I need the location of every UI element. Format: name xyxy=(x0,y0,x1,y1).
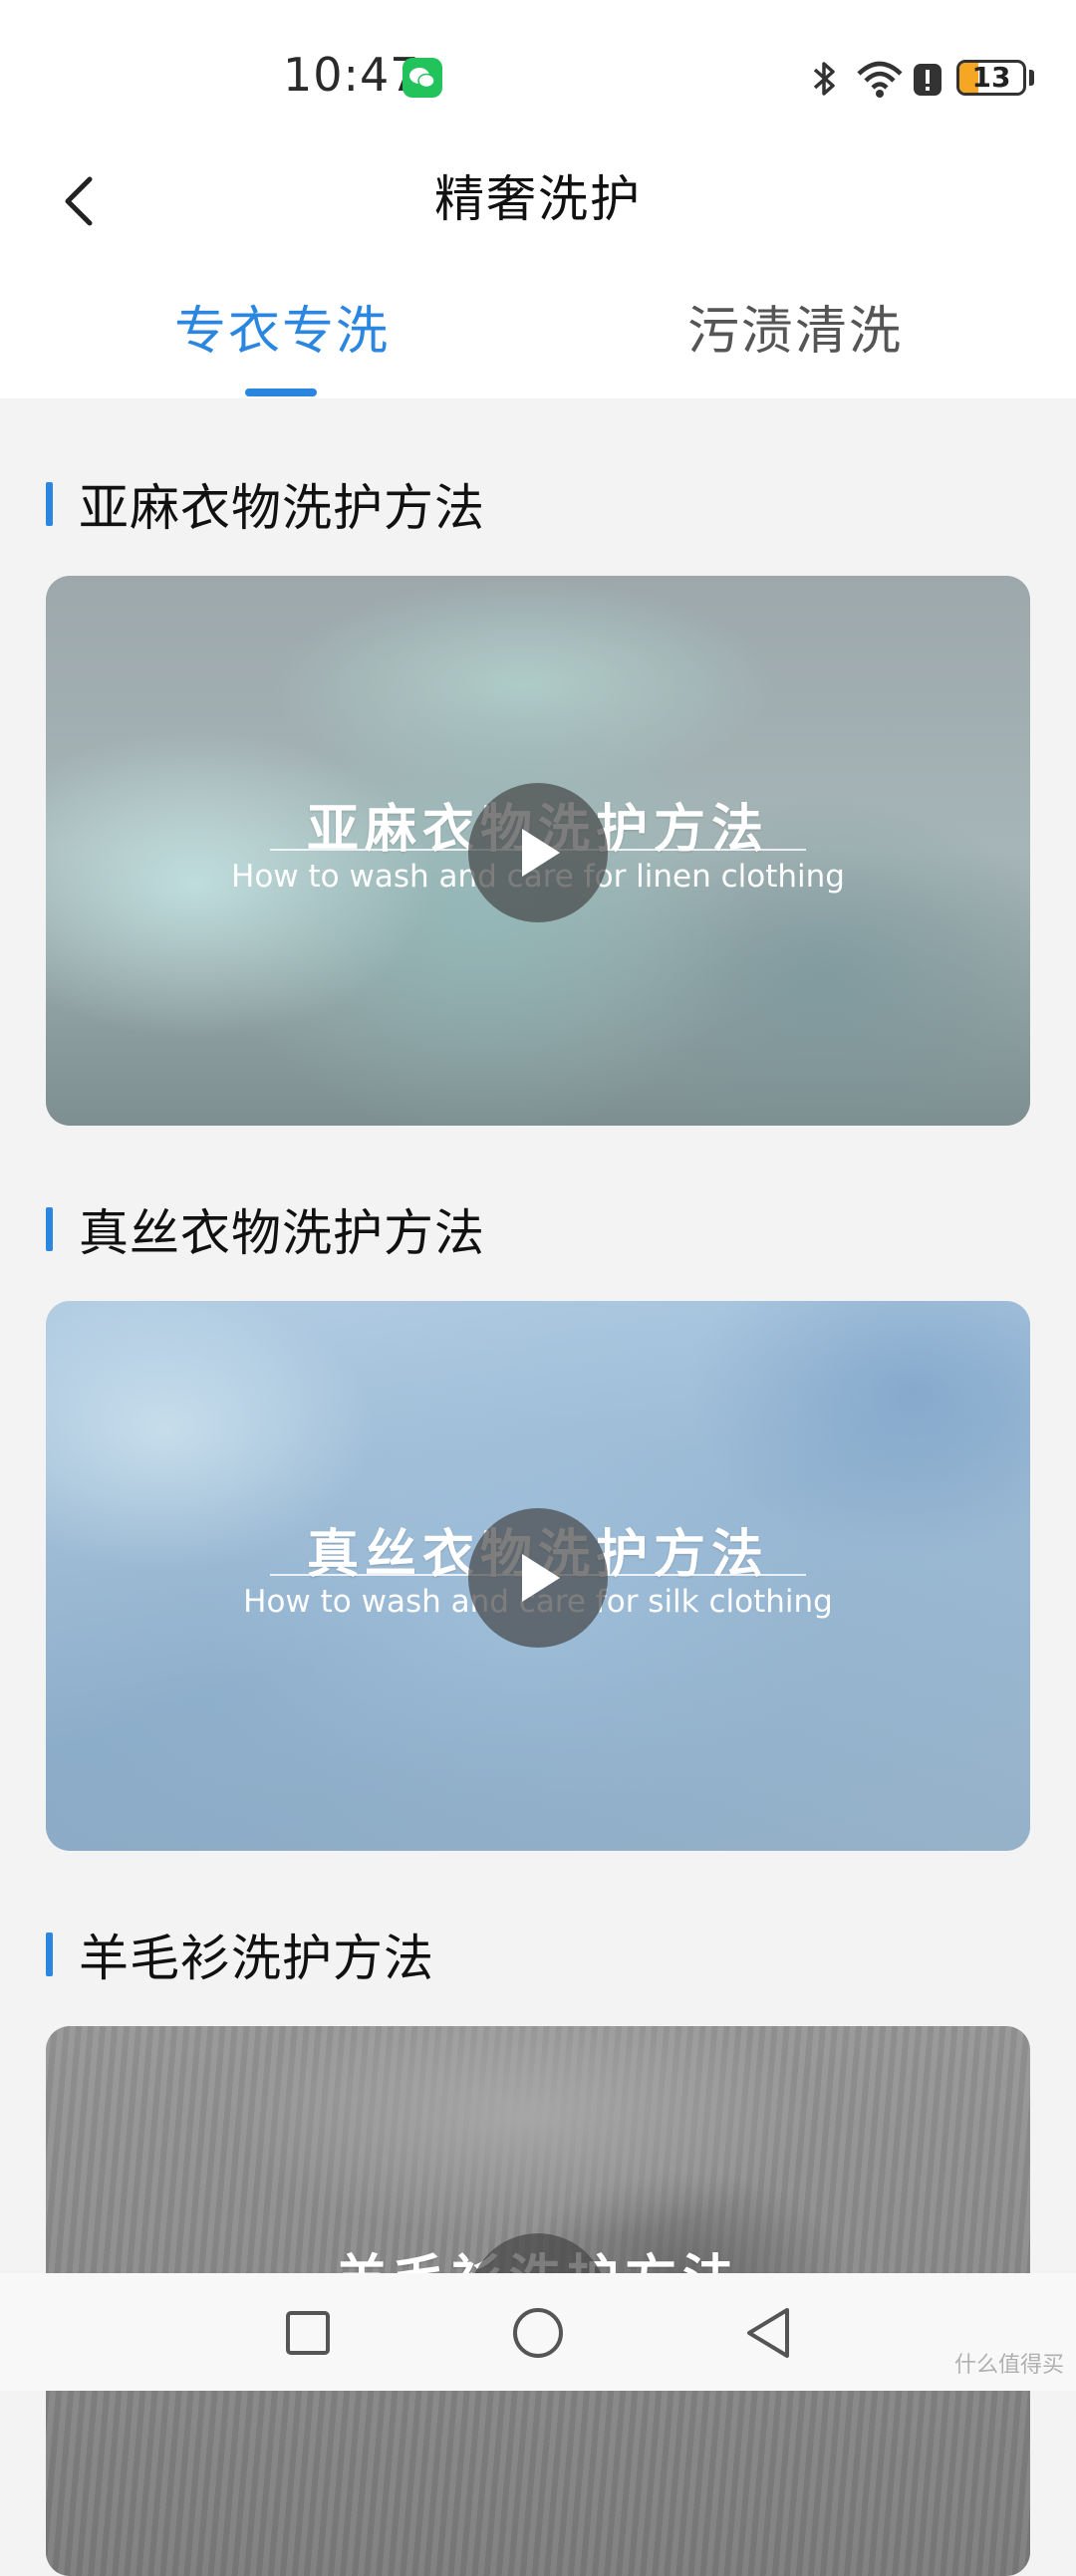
active-tab-indicator xyxy=(245,388,317,396)
section-title-wool: 羊毛衫洗护方法 xyxy=(46,1925,434,1987)
section-heading: 真丝衣物洗护方法 xyxy=(79,1204,485,1262)
recent-apps-button[interactable] xyxy=(273,2298,343,2368)
battery-icon: 13 xyxy=(956,60,1026,96)
battery-level: 13 xyxy=(971,61,1011,94)
alert-icon xyxy=(913,56,942,102)
section-accent-bar xyxy=(46,482,53,526)
video-card-linen[interactable]: 亚麻衣物洗护方法 How to wash and care for linen … xyxy=(46,576,1030,1126)
status-time: 10:47 xyxy=(283,48,420,102)
page-title: 精奢洗护 xyxy=(434,170,642,228)
play-button[interactable] xyxy=(468,783,608,922)
system-back-button[interactable] xyxy=(733,2298,803,2368)
tab-special-wash[interactable]: 专衣专洗 xyxy=(83,289,481,364)
bluetooth-icon xyxy=(809,56,839,102)
back-triangle-icon xyxy=(747,2308,789,2358)
play-button[interactable] xyxy=(468,1508,608,1648)
watermark: 什么值得买 xyxy=(953,2353,1064,2378)
recent-apps-icon xyxy=(286,2311,330,2355)
section-accent-bar xyxy=(46,1932,53,1976)
header: 精奢洗护 专衣专洗 污渍清洗 xyxy=(0,149,1076,398)
battery-cap xyxy=(1029,70,1034,86)
wifi-icon xyxy=(855,56,905,102)
home-icon xyxy=(513,2308,563,2358)
status-bar: 10:47 13 xyxy=(0,0,1076,149)
play-icon xyxy=(522,829,560,877)
play-icon xyxy=(522,1554,560,1602)
section-title-silk: 真丝衣物洗护方法 xyxy=(46,1199,485,1262)
tab-stain-cleaning[interactable]: 污渍清洗 xyxy=(596,289,994,364)
section-title-linen: 亚麻衣物洗护方法 xyxy=(46,474,485,537)
video-card-silk[interactable]: 真丝衣物洗护方法 How to wash and care for silk c… xyxy=(46,1301,1030,1851)
home-button[interactable] xyxy=(503,2298,573,2368)
section-heading: 羊毛衫洗护方法 xyxy=(79,1930,434,1987)
wechat-icon xyxy=(403,58,442,98)
section-accent-bar xyxy=(46,1207,53,1251)
system-navigation-bar: 什么值得买 xyxy=(0,2273,1076,2391)
section-heading: 亚麻衣物洗护方法 xyxy=(79,479,485,537)
